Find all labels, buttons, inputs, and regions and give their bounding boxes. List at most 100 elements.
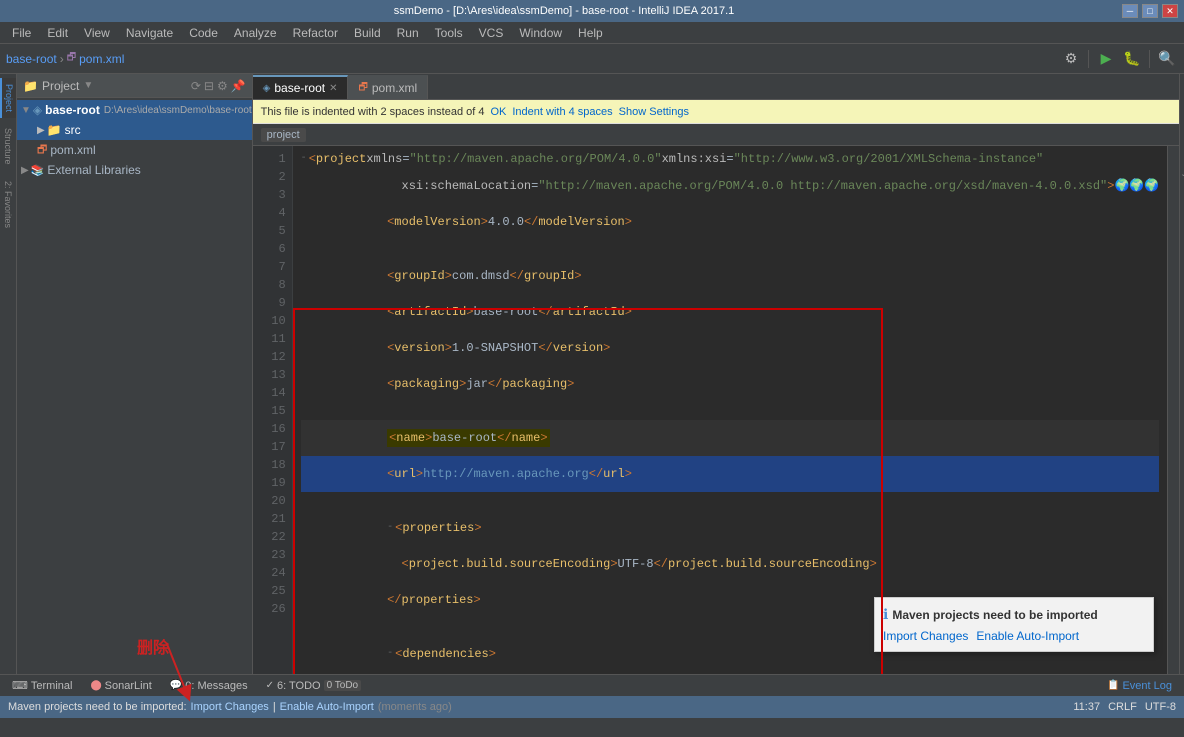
menu-build[interactable]: Build xyxy=(346,24,389,42)
menu-vcs[interactable]: VCS xyxy=(471,24,512,42)
bottom-tab-terminal[interactable]: ⌨ Terminal xyxy=(4,676,80,696)
menu-navigate[interactable]: Navigate xyxy=(118,24,181,42)
toolbar-settings-btn[interactable]: ⚙ xyxy=(1060,48,1082,70)
bottom-tabs: ⌨ Terminal ⬤ SonarLint 💬 0: Messages ✓ 6… xyxy=(0,674,1184,696)
editor-breadcrumb-project-tag: project xyxy=(261,128,306,142)
bottom-tab-todo[interactable]: ✓ 6: TODO 0 ToDo xyxy=(258,676,370,696)
tree-item-pom-xml[interactable]: 🗗 pom.xml xyxy=(17,140,252,160)
project-dropdown-icon[interactable]: ▼ xyxy=(83,80,93,91)
expand-arrow-src: ▶ xyxy=(37,125,45,136)
tree-item-src[interactable]: ▶ 📁 src xyxy=(17,120,252,140)
project-collapse-icon[interactable]: ⊟ xyxy=(204,79,214,93)
favorites-tab-icon[interactable]: 2: Favorites xyxy=(1,175,15,234)
maximize-button[interactable]: □ xyxy=(1142,4,1158,18)
lib-icon: 📚 xyxy=(31,164,45,177)
tab-close-icon[interactable]: ✕ xyxy=(329,83,337,94)
bottom-tab-sonar[interactable]: ⬤ SonarLint xyxy=(82,676,159,696)
tree-label-ext: External Libraries xyxy=(47,163,140,177)
menu-edit[interactable]: Edit xyxy=(39,24,76,42)
editor-area: ◈ base-root ✕ 🗗 pom.xml This file is ind… xyxy=(253,74,1180,674)
breadcrumb-file[interactable]: pom.xml xyxy=(79,52,124,66)
status-message: Maven projects need to be imported: xyxy=(8,701,187,713)
menu-view[interactable]: View xyxy=(76,24,118,42)
bottom-tab-messages[interactable]: 💬 0: Messages xyxy=(162,676,256,696)
terminal-icon: ⌨ xyxy=(12,679,28,692)
maven-popup-info-icon: ℹ xyxy=(883,606,888,623)
menu-code[interactable]: Code xyxy=(181,24,226,42)
menu-tools[interactable]: Tools xyxy=(427,24,471,42)
code-line-8: <packaging>jar</packaging> xyxy=(301,366,1160,402)
event-log-icon: 📋 xyxy=(1107,680,1119,691)
status-time: 11:37 xyxy=(1073,701,1100,713)
maven-popup-header: ℹ Maven projects need to be imported xyxy=(883,606,1145,623)
project-panel: 📁 Project ▼ ⟳ ⊟ ⚙ 📌 ▼ ◈ base-root D:\Are… xyxy=(17,74,253,674)
sonar-icon: ⬤ xyxy=(90,680,101,691)
toolbar-search-btn[interactable]: 🔍 xyxy=(1156,48,1178,70)
tab-pom-xml[interactable]: 🗗 pom.xml xyxy=(348,75,428,99)
tree-item-base-root[interactable]: ▼ ◈ base-root D:\Ares\idea\ssmDemo\base-… xyxy=(17,100,252,120)
status-bar: Maven projects need to be imported: Impo… xyxy=(0,696,1184,718)
status-encoding[interactable]: UTF-8 xyxy=(1145,701,1176,713)
status-import-link[interactable]: Import Changes xyxy=(191,701,269,713)
notification-indent[interactable]: Indent with 4 spaces xyxy=(512,106,612,118)
fold-marker-1[interactable]: - xyxy=(301,150,307,168)
toolbar-run-btn[interactable]: ▶ xyxy=(1095,48,1117,70)
expand-arrow-ext: ▶ xyxy=(21,165,29,176)
status-line-ending[interactable]: CRLF xyxy=(1108,701,1137,713)
tab-base-root-label: base-root xyxy=(274,81,325,95)
close-button[interactable]: ✕ xyxy=(1162,4,1178,18)
right-tab-database[interactable]: Database xyxy=(1180,78,1184,125)
maven-popup-title: Maven projects need to be imported xyxy=(892,608,1097,622)
code-line-12 xyxy=(301,492,1160,510)
breadcrumb-separator: › xyxy=(60,52,64,66)
code-line-13: -<properties> xyxy=(301,510,1160,546)
maven-popup-import-link[interactable]: Import Changes xyxy=(883,629,968,643)
project-header-icons: ⟳ ⊟ ⚙ 📌 xyxy=(191,79,246,93)
project-settings-icon[interactable]: ⚙ xyxy=(217,79,228,93)
status-right: 11:37 CRLF UTF-8 xyxy=(1073,701,1176,713)
code-editor[interactable]: 1 2 3 4 5 6 7 8 9 10 11 12 13 14 15 16 1… xyxy=(253,146,1180,674)
structure-tab-icon[interactable]: Structure xyxy=(1,122,15,171)
project-tab-icon[interactable]: Project xyxy=(0,78,16,118)
right-tab-ant[interactable]: Ant Build xyxy=(1180,199,1184,243)
left-sidebar: Project Structure 2: Favorites xyxy=(0,74,17,674)
notification-ok[interactable]: OK xyxy=(490,106,506,118)
breadcrumb: base-root › 🗗 pom.xml xyxy=(6,50,124,67)
editor-scrollbar[interactable] xyxy=(1167,146,1179,674)
event-log-tab[interactable]: 📋 Event Log xyxy=(1099,676,1180,696)
menu-file[interactable]: File xyxy=(4,24,39,42)
menu-run[interactable]: Run xyxy=(389,24,427,42)
code-line-11: <url>http://maven.apache.org</url> xyxy=(301,456,1160,492)
tree-item-ext-libs[interactable]: ▶ 📚 External Libraries xyxy=(17,160,252,180)
tab-base-root[interactable]: ◈ base-root ✕ xyxy=(253,75,349,99)
maven-popup: ℹ Maven projects need to be imported Imp… xyxy=(874,597,1154,652)
tree-label-base-root: base-root xyxy=(45,103,100,117)
notification-settings[interactable]: Show Settings xyxy=(619,106,689,118)
xml-icon: 🗗 xyxy=(37,141,47,160)
menu-refactor[interactable]: Refactor xyxy=(285,24,346,42)
fold-marker-17[interactable]: - xyxy=(387,645,393,663)
project-pin-icon[interactable]: 📌 xyxy=(231,79,246,93)
project-sync-icon[interactable]: ⟳ xyxy=(191,79,201,93)
code-content[interactable]: -<project xmlns="http://maven.apache.org… xyxy=(293,146,1168,674)
code-line-14: <project.build.sourceEncoding>UTF-8</pro… xyxy=(301,546,1160,582)
right-tab-maven[interactable]: Maven Projects xyxy=(1180,127,1184,197)
status-auto-import-link[interactable]: Enable Auto-Import xyxy=(280,701,374,713)
minimize-button[interactable]: ─ xyxy=(1122,4,1138,18)
menu-window[interactable]: Window xyxy=(511,24,570,42)
menu-help[interactable]: Help xyxy=(570,24,611,42)
maven-popup-auto-link[interactable]: Enable Auto-Import xyxy=(976,629,1079,643)
terminal-label: Terminal xyxy=(31,680,73,692)
code-line-7: <version>1.0-SNAPSHOT</version> xyxy=(301,330,1160,366)
status-sep: | xyxy=(273,701,276,713)
fold-marker-13[interactable]: - xyxy=(387,519,393,537)
module-icon: ◈ xyxy=(33,103,42,117)
right-sidebar: Database Maven Projects Ant Build xyxy=(1179,74,1184,674)
sonar-label: SonarLint xyxy=(105,680,152,692)
toolbar-debug-btn[interactable]: 🐛 xyxy=(1121,48,1143,70)
code-line-4 xyxy=(301,240,1160,258)
event-log-label: Event Log xyxy=(1122,680,1172,692)
menu-analyze[interactable]: Analyze xyxy=(226,24,285,42)
code-line-10: <name>base-root</name> xyxy=(301,420,1160,456)
breadcrumb-root[interactable]: base-root xyxy=(6,52,57,66)
